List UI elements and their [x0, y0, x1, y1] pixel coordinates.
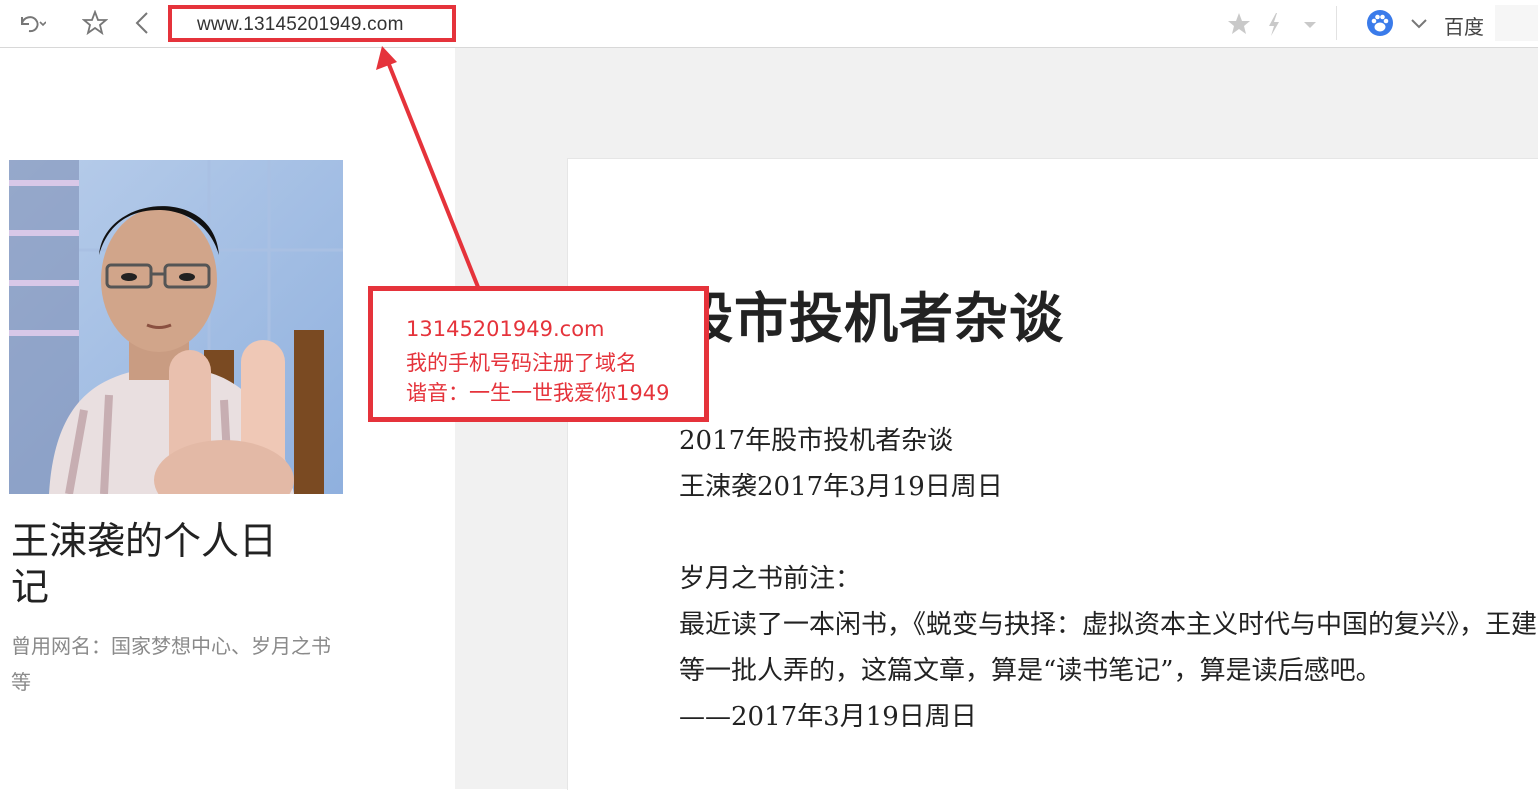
address-bar[interactable]: www.13145201949.com — [168, 5, 456, 42]
post-body: 2017年股市投机者杂谈 王涑袭2017年3月19日周日 岁月之书前注： 最近读… — [679, 418, 1538, 740]
blog-title[interactable]: 王涑袭的个人日记 — [11, 518, 311, 610]
post-paragraph: 最近读了一本闲书，《蜕变与抉择：虚拟资本主义时代与中国的复兴》，王建等一批人弄的… — [679, 610, 1538, 686]
avatar — [9, 160, 343, 494]
post-line: 2017年股市投机者杂谈 — [679, 426, 954, 456]
search-input[interactable] — [1495, 5, 1538, 41]
favorite-star-icon[interactable] — [1226, 11, 1252, 37]
undo-icon[interactable] — [16, 8, 46, 38]
post-line: 王涑袭2017年3月19日周日 — [679, 472, 1003, 502]
annotation-domain: 13145201949.com — [406, 317, 605, 341]
post-blank-line — [679, 510, 1538, 556]
post-line: 岁月之书前注： — [679, 564, 862, 594]
post-title: 股市投机者杂谈 — [679, 286, 1064, 350]
post-line: ——2017年3月19日周日 — [679, 702, 977, 732]
lightning-icon[interactable] — [1264, 10, 1284, 38]
blog-subtitle: 曾用网名：国家梦想中心、岁月之书等 — [11, 634, 331, 694]
annotation-homophone: 谐音：一生一世我爱你1949 — [406, 381, 670, 405]
toolbar-divider — [1336, 6, 1337, 40]
chevron-down-icon[interactable] — [1300, 14, 1320, 34]
back-arrow-icon[interactable] — [131, 10, 153, 36]
annotation-note: 我的手机号码注册了域名 — [406, 351, 637, 375]
baidu-paw-icon[interactable] — [1366, 9, 1394, 37]
address-text: www.13145201949.com — [197, 14, 404, 35]
search-engine-label[interactable]: 百度 — [1444, 11, 1484, 40]
search-engine-chevron-icon[interactable] — [1408, 12, 1430, 34]
annotation-box: 13145201949.com 我的手机号码注册了域名 谐音：一生一世我爱你19… — [368, 286, 709, 422]
browser-toolbar: www.13145201949.com 百度 — [0, 0, 1538, 48]
bookmark-star-icon[interactable] — [82, 10, 108, 36]
